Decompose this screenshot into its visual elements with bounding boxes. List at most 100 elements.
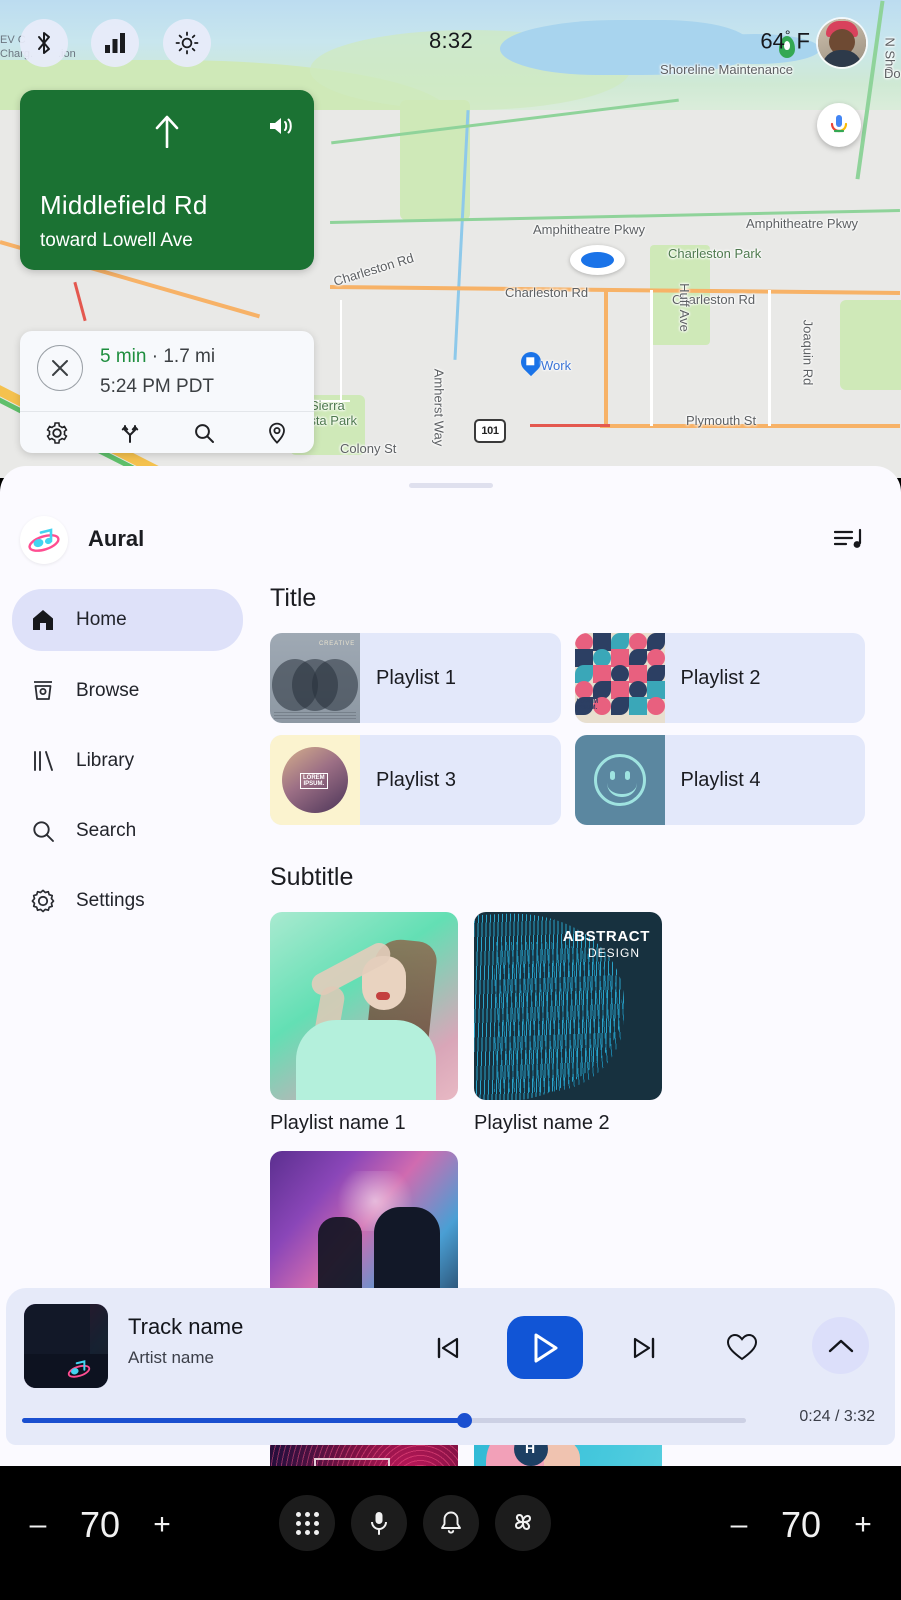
temp-unit: F (796, 28, 810, 54)
map-label: Colony St (340, 441, 397, 456)
temp-value: 64 (760, 28, 785, 54)
playlist-tile-label: Playlist 4 (680, 768, 761, 791)
sidebar-item-search[interactable]: Search (12, 801, 243, 861)
playlist-card-label: Playlist name 2 (474, 1112, 610, 1134)
map-road (340, 300, 342, 410)
sidebar-item-browse[interactable]: Browse (12, 661, 243, 721)
microphone-icon[interactable] (351, 1495, 407, 1551)
browse-icon (30, 678, 64, 704)
queue-music-icon[interactable] (832, 525, 866, 555)
playlist-tile[interactable]: LOREM IPSUM. Playlist 3 (270, 735, 561, 825)
close-icon[interactable] (37, 345, 83, 391)
map-label: Charleston Park (668, 246, 762, 261)
home-icon (30, 607, 64, 633)
playlist-tile[interactable]: Playlist 4 (574, 735, 865, 825)
weather-temperature: 64° F (690, 27, 810, 54)
vehicle-position-marker (570, 245, 625, 275)
map-road (604, 288, 608, 428)
notification-bell-icon[interactable] (423, 1495, 479, 1551)
sidebar-item-library[interactable]: Library (12, 731, 243, 791)
volume-on-icon[interactable] (268, 114, 296, 143)
settings-gear-icon (30, 888, 64, 914)
progress-scrubber[interactable] (22, 1413, 746, 1428)
app-header: Aural (0, 516, 901, 576)
map-road (650, 290, 653, 426)
playback-time: 0:24 / 3:32 (799, 1408, 875, 1425)
playlist-card-label: Playlist name 1 (270, 1112, 406, 1134)
geometric-lorem-cover: LOREM IPSUM. (574, 633, 665, 723)
woman-teal-cover (270, 912, 458, 1100)
eta-action-row (20, 412, 314, 453)
search-icon (30, 818, 64, 844)
assistant-mic-icon[interactable] (817, 103, 861, 147)
fan-up-button[interactable]: + (843, 1508, 883, 1542)
library-icon (30, 748, 64, 774)
map-park (840, 300, 901, 390)
eta-distance: 1.7 mi (163, 346, 216, 367)
sidebar-item-home[interactable]: Home (12, 589, 243, 651)
progress-fill (22, 1418, 464, 1423)
brightness-icon[interactable] (163, 19, 211, 67)
eta-duration-distance: 5 min · 1.7 mi (100, 346, 215, 368)
volume-down-button[interactable]: – (18, 1508, 58, 1542)
navigation-instruction-card[interactable]: Middlefield Rd toward Lowell Ave (20, 90, 314, 270)
search-icon[interactable] (167, 412, 241, 453)
map-traffic (530, 424, 610, 427)
sidebar-item-label: Library (76, 750, 135, 771)
routes-icon[interactable] (94, 412, 168, 453)
map-label: Huff Ave (676, 283, 692, 332)
section-title: Title (270, 584, 317, 612)
right-volume-value: 70 (780, 1504, 822, 1545)
globe-lorem-cover: LOREM IPSUM. (270, 735, 360, 825)
map-label: Amphitheatre Pkwy (533, 222, 645, 237)
straight-arrow-icon (152, 114, 182, 153)
fan-down-button[interactable]: – (719, 1508, 759, 1542)
skip-next-icon[interactable] (627, 1331, 661, 1365)
section-subtitle: Subtitle (270, 863, 354, 891)
sidebar-item-label: Settings (76, 890, 145, 911)
clock: 8:32 (428, 28, 474, 53)
temp-degree: ° (784, 27, 791, 43)
right-volume-control: – 70 + (719, 1504, 883, 1546)
status-bar: EV C Charg. .ion 8:32 64° F (0, 0, 901, 86)
fan-climate-icon[interactable] (495, 1495, 551, 1551)
apps-grid-icon[interactable] (279, 1495, 335, 1551)
smiley-face-cover (574, 735, 665, 825)
location-pin-icon[interactable] (241, 412, 315, 453)
now-playing-artwork[interactable] (24, 1304, 108, 1388)
system-icon-row (279, 1495, 551, 1551)
signal-bars-icon[interactable] (91, 19, 139, 67)
settings-icon[interactable] (20, 412, 94, 453)
abstract-design-cover: ABSTRACT DESIGN (474, 912, 662, 1100)
heart-outline-icon[interactable] (723, 1328, 761, 1366)
volume-up-button[interactable]: + (142, 1508, 182, 1542)
map-label: Amphitheatre Pkwy (746, 216, 858, 231)
eta-card: 5 min · 1.7 mi 5:24 PM PDT (20, 331, 314, 453)
playlist-card[interactable]: Playlist name 1 (270, 912, 458, 1135)
playlist-card[interactable]: ABSTRACT DESIGN Playlist name 2 (474, 912, 662, 1135)
left-volume-value: 70 (79, 1504, 121, 1545)
play-icon (534, 1333, 558, 1362)
map-label: Plymouth St (686, 413, 757, 428)
map-label: Joaquin Rd (800, 319, 816, 386)
sidebar-item-settings[interactable]: Settings (12, 871, 243, 931)
progress-thumb[interactable] (456, 1413, 472, 1428)
panel-drag-handle[interactable] (408, 483, 493, 488)
work-place-pin[interactable] (516, 347, 546, 377)
eta-arrival-time: 5:24 PM PDT (100, 376, 215, 397)
nav-toward-text: toward Lowell Ave (40, 230, 193, 251)
bluetooth-icon[interactable] (20, 19, 68, 67)
map-label: Work (541, 358, 572, 373)
highway-shield: 101 (474, 419, 506, 443)
eta-duration: 5 min (100, 346, 147, 367)
playlist-tile[interactable]: LOREM IPSUM. Playlist 2 (574, 633, 865, 723)
avatar[interactable] (818, 19, 866, 67)
sidebar-item-label: Search (76, 820, 137, 841)
map-road (768, 290, 771, 426)
chevron-up-icon[interactable] (812, 1317, 869, 1374)
play-button[interactable] (507, 1316, 583, 1379)
left-volume-control: – 70 + (18, 1504, 182, 1546)
nav-street-name: Middlefield Rd (40, 190, 208, 220)
skip-previous-icon[interactable] (431, 1331, 465, 1365)
playlist-tile[interactable]: CREATIVE Playlist 1 (270, 633, 561, 723)
